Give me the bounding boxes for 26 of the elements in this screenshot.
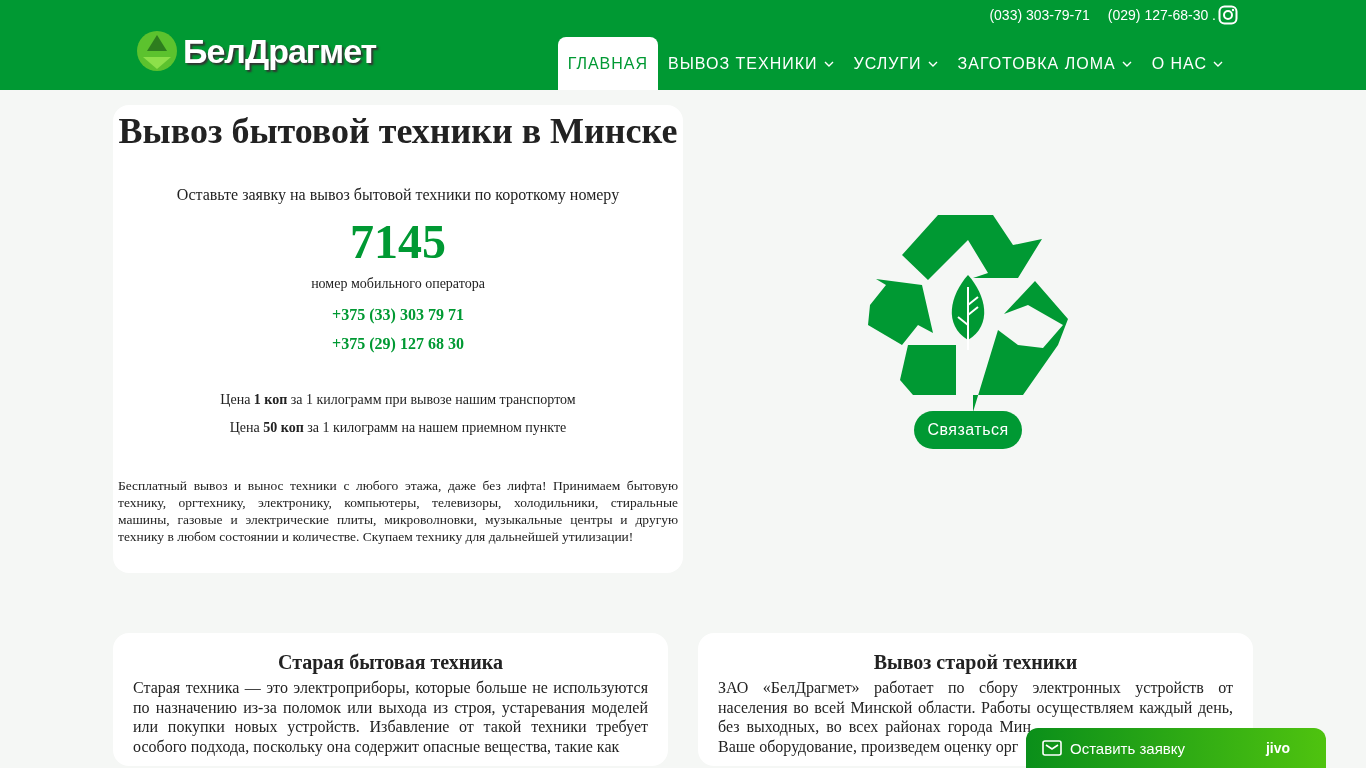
lead-text: Оставьте заявку на вывоз бытовой техники по короткому номеру xyxy=(175,186,621,204)
phone-link[interactable]: (033) 303-79-71 xyxy=(989,7,1090,23)
price-text: Цена 50 коп за 1 килограмм на нашем приемном пункте xyxy=(228,419,568,437)
nav-tab[interactable]: УСЛУГИ xyxy=(843,37,948,90)
nav-tab[interactable]: ГЛАВНАЯ xyxy=(557,37,658,90)
card-text: Старая техника — это электроприборы, которые больше не используются по назначению из-за поломок или выхода из строя, устаревания моделей или покупки новых устройств. Избавление от такой техники требует особого подхода, поскольку она содержит опасные вещества, такие как xyxy=(133,678,648,756)
instagram-icon[interactable] xyxy=(1218,5,1238,25)
chat-label: Оставить заявку xyxy=(1070,739,1185,757)
contact-button[interactable]: Связаться xyxy=(914,411,1022,449)
page-title: Вывоз бытовой техники в Минске xyxy=(118,110,678,152)
nav-tab[interactable]: ЗАГОТОВКА ЛОМА xyxy=(947,37,1142,90)
number-note: номер мобильного оператора xyxy=(310,276,486,292)
nav-tab[interactable]: ВЫВОЗ ТЕХНИКИ xyxy=(658,37,844,90)
short-number: 7145 xyxy=(349,214,447,270)
description-text: Бесплатный вывоз и вынос техники с любого этажа, даже без лифта! Принимаем бытовую технику, оргтехнику, электронику, компьютеры, телевизоры, холодильники, стиральные машины, газовые и электрические плиты, микроволновки, музыкальные центры и другую технику в любом состоянии и количестве. Скупаем технику для дальнейшей утилизации! xyxy=(118,477,678,545)
mail-icon xyxy=(1042,740,1062,756)
card-title: Старая бытовая техника xyxy=(276,651,505,674)
phone-number[interactable]: +375 (29) 127 68 30 xyxy=(118,329,678,358)
card-title: Вывоз старой техники xyxy=(872,651,1079,674)
chat-brand: jivo xyxy=(1265,740,1290,756)
price-text: Цена 1 коп за 1 килограмм при вывозе нашим транспортом xyxy=(219,391,577,409)
logo-text[interactable]: БелДрагмет xyxy=(183,31,377,71)
phone-link[interactable]: (029) 127-68-30 . xyxy=(1107,7,1216,23)
nav-tab[interactable]: О НАС xyxy=(1141,37,1233,90)
card-text-line: Ваше оборудование, произведем оценку орг xyxy=(718,736,1019,756)
phone-number[interactable]: +375 (33) 303 79 71 xyxy=(118,300,678,329)
